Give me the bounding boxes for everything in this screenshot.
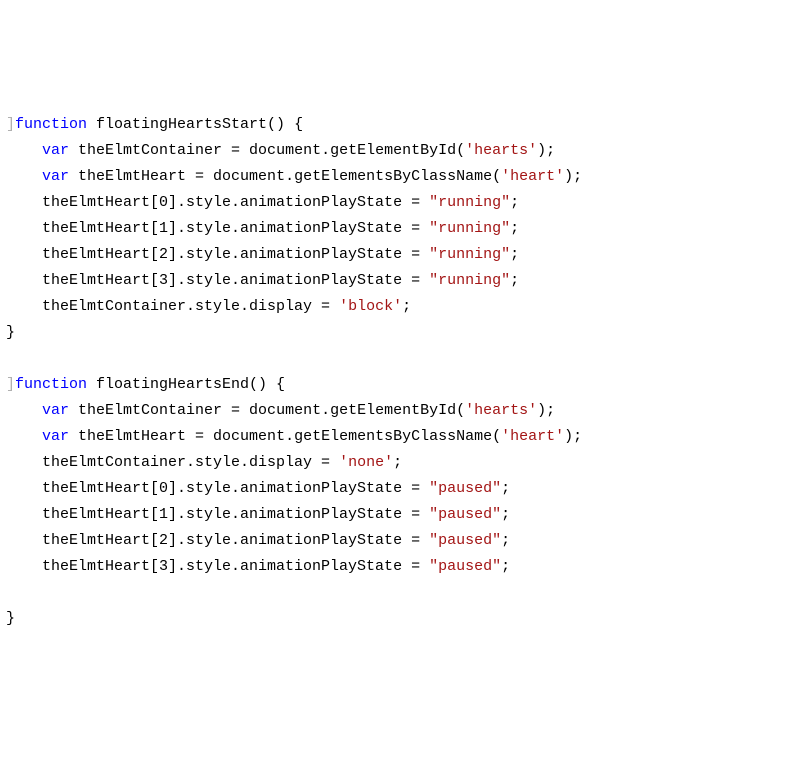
code-token: ;	[501, 480, 510, 497]
code-token	[6, 428, 42, 445]
code-line[interactable]: theElmtHeart[0].style.animationPlayState…	[6, 190, 787, 216]
code-token: theElmtHeart = document.getElementsByCla…	[78, 428, 501, 445]
code-token: theElmtContainer = document.getElementBy…	[78, 142, 465, 159]
code-token: theElmtHeart[2].style.animationPlayState…	[6, 532, 429, 549]
code-token: function	[15, 116, 96, 133]
code-token: theElmtHeart[3].style.animationPlayState…	[6, 272, 429, 289]
code-token: ;	[501, 558, 510, 575]
code-token: 'hearts'	[465, 402, 537, 419]
code-token: theElmtContainer = document.getElementBy…	[78, 402, 465, 419]
code-token	[6, 142, 42, 159]
code-token: ]	[6, 116, 15, 133]
code-line[interactable]: theElmtContainer.style.display = 'block'…	[6, 294, 787, 320]
code-token: ;	[510, 246, 519, 263]
code-token: ;	[510, 272, 519, 289]
code-token: theElmtHeart[1].style.animationPlayState…	[6, 506, 429, 523]
code-token: theElmtHeart[0].style.animationPlayState…	[6, 194, 429, 211]
code-token: 'heart'	[501, 168, 564, 185]
code-line[interactable]: theElmtHeart[0].style.animationPlayState…	[6, 476, 787, 502]
code-token: var	[42, 402, 78, 419]
code-token: floatingHeartsStart() {	[96, 116, 303, 133]
code-line[interactable]: theElmtHeart[2].style.animationPlayState…	[6, 528, 787, 554]
code-line[interactable]: }	[6, 606, 787, 632]
code-line[interactable]: }	[6, 320, 787, 346]
code-token: var	[42, 142, 78, 159]
code-line[interactable]: ]function floatingHeartsEnd() {	[6, 372, 787, 398]
code-token: "paused"	[429, 558, 501, 575]
code-token: theElmtContainer.style.display =	[6, 454, 339, 471]
code-token: "running"	[429, 246, 510, 263]
code-token: ;	[393, 454, 402, 471]
code-line[interactable]	[6, 346, 787, 372]
code-editor[interactable]: ]function floatingHeartsStart() { var th…	[6, 112, 787, 632]
code-token: theElmtContainer.style.display =	[6, 298, 339, 315]
code-token: ;	[510, 220, 519, 237]
code-token: ;	[501, 532, 510, 549]
code-token: var	[42, 428, 78, 445]
code-token: "paused"	[429, 506, 501, 523]
code-token: }	[6, 324, 15, 341]
code-line[interactable]: theElmtHeart[3].style.animationPlayState…	[6, 268, 787, 294]
code-token: 'heart'	[501, 428, 564, 445]
code-line[interactable]: theElmtHeart[1].style.animationPlayState…	[6, 216, 787, 242]
code-token: );	[537, 142, 555, 159]
code-token: "running"	[429, 272, 510, 289]
code-line[interactable]: ]function floatingHeartsStart() {	[6, 112, 787, 138]
code-token: function	[15, 376, 96, 393]
code-token: ;	[510, 194, 519, 211]
code-token: theElmtHeart = document.getElementsByCla…	[78, 168, 501, 185]
code-token: );	[564, 168, 582, 185]
code-token: theElmtHeart[3].style.animationPlayState…	[6, 558, 429, 575]
code-token: "running"	[429, 194, 510, 211]
code-token: "paused"	[429, 480, 501, 497]
code-token	[6, 168, 42, 185]
code-token: "running"	[429, 220, 510, 237]
code-token: var	[42, 168, 78, 185]
code-line[interactable]: theElmtHeart[3].style.animationPlayState…	[6, 554, 787, 580]
code-token: }	[6, 610, 15, 627]
code-token: 'none'	[339, 454, 393, 471]
code-token: ;	[501, 506, 510, 523]
code-token: floatingHeartsEnd() {	[96, 376, 285, 393]
code-line[interactable]: theElmtContainer.style.display = 'none';	[6, 450, 787, 476]
code-token: theElmtHeart[1].style.animationPlayState…	[6, 220, 429, 237]
code-token: 'block'	[339, 298, 402, 315]
code-line[interactable]: theElmtHeart[2].style.animationPlayState…	[6, 242, 787, 268]
code-token: ;	[402, 298, 411, 315]
code-line[interactable]: var theElmtHeart = document.getElementsB…	[6, 424, 787, 450]
code-line[interactable]: var theElmtContainer = document.getEleme…	[6, 138, 787, 164]
code-line[interactable]: theElmtHeart[1].style.animationPlayState…	[6, 502, 787, 528]
code-token: 'hearts'	[465, 142, 537, 159]
code-token: theElmtHeart[0].style.animationPlayState…	[6, 480, 429, 497]
code-line[interactable]: var theElmtContainer = document.getEleme…	[6, 398, 787, 424]
code-token: theElmtHeart[2].style.animationPlayState…	[6, 246, 429, 263]
code-line[interactable]	[6, 580, 787, 606]
code-token: ]	[6, 376, 15, 393]
code-token: );	[564, 428, 582, 445]
code-line[interactable]: var theElmtHeart = document.getElementsB…	[6, 164, 787, 190]
code-token	[6, 402, 42, 419]
code-token: );	[537, 402, 555, 419]
code-token: "paused"	[429, 532, 501, 549]
